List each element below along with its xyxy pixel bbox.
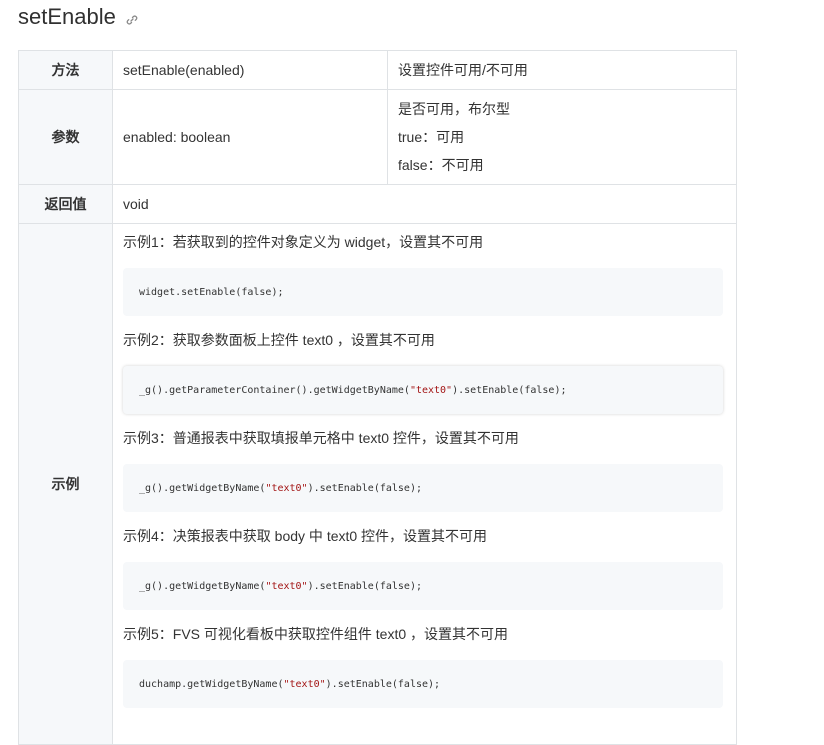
example-2-description: 示例2：获取参数面板上控件 text0 ，设置其不可用: [123, 332, 435, 348]
example-row: 示例 示例1：若获取到的控件对象定义为 widget，设置其不可用 widget…: [18, 223, 737, 745]
code-text: _g().getParameterContainer().getWidgetBy…: [139, 384, 410, 396]
example-5-code[interactable]: duchamp.getWidgetByName("text0").setEnab…: [123, 660, 723, 708]
code-text: widget.setEnable(false);: [139, 286, 284, 298]
code-string: "text0": [265, 482, 308, 494]
params-row: 参数 enabled: boolean 是否可用，布尔型 true：可用 fal…: [18, 89, 737, 185]
code-text: ).setEnable(false);: [452, 384, 567, 396]
example-4-description: 示例4：决策报表中获取 body 中 text0 控件，设置其不可用: [123, 528, 488, 544]
method-description: 设置控件可用/不可用: [387, 50, 737, 90]
param-name: enabled: boolean: [112, 89, 388, 185]
example-3-code[interactable]: _g().getWidgetByName("text0").setEnable(…: [123, 464, 723, 512]
page-title: setEnable: [18, 4, 116, 29]
code-string: "text0": [265, 580, 308, 592]
code-text: _g().getWidgetByName(: [139, 482, 266, 494]
param-desc-line: 是否可用，布尔型: [398, 101, 510, 117]
code-string: "text0": [409, 384, 453, 396]
example-1-description: 示例1：若获取到的控件对象定义为 widget，设置其不可用: [123, 234, 484, 250]
method-signature: setEnable(enabled): [112, 50, 388, 90]
return-row: 返回值 void: [18, 184, 737, 224]
method-header: 方法: [18, 50, 113, 90]
link-anchor-icon[interactable]: [126, 13, 138, 25]
params-header: 参数: [18, 89, 113, 185]
example-2-code[interactable]: _g().getParameterContainer().getWidgetBy…: [123, 366, 723, 414]
example-4-code[interactable]: _g().getWidgetByName("text0").setEnable(…: [123, 562, 723, 610]
example-header: 示例: [18, 223, 113, 745]
param-desc-line: true：可用: [398, 129, 465, 145]
code-text: duchamp.getWidgetByName(: [139, 678, 284, 690]
code-text: ).setEnable(false);: [307, 580, 422, 592]
api-table: 方法 setEnable(enabled) 设置控件可用/不可用 参数 enab…: [18, 50, 737, 745]
code-text: ).setEnable(false);: [325, 678, 441, 690]
example-content: 示例1：若获取到的控件对象定义为 widget，设置其不可用 widget.se…: [112, 223, 737, 745]
method-row: 方法 setEnable(enabled) 设置控件可用/不可用: [18, 50, 737, 90]
page-heading: setEnable: [18, 2, 138, 32]
example-3-description: 示例3：普通报表中获取填报单元格中 text0 控件，设置其不可用: [123, 430, 519, 446]
return-value: void: [112, 184, 737, 224]
return-header: 返回值: [18, 184, 113, 224]
code-text: _g().getWidgetByName(: [139, 580, 266, 592]
param-description: 是否可用，布尔型 true：可用 false：不可用: [387, 89, 737, 185]
example-1-code[interactable]: widget.setEnable(false);: [123, 268, 723, 316]
code-text: ).setEnable(false);: [307, 482, 422, 494]
param-desc-line: false：不可用: [398, 157, 484, 173]
code-string: "text0": [283, 678, 326, 690]
example-5-description: 示例5：FVS 可视化看板中获取控件组件 text0 ，设置其不可用: [123, 626, 509, 642]
